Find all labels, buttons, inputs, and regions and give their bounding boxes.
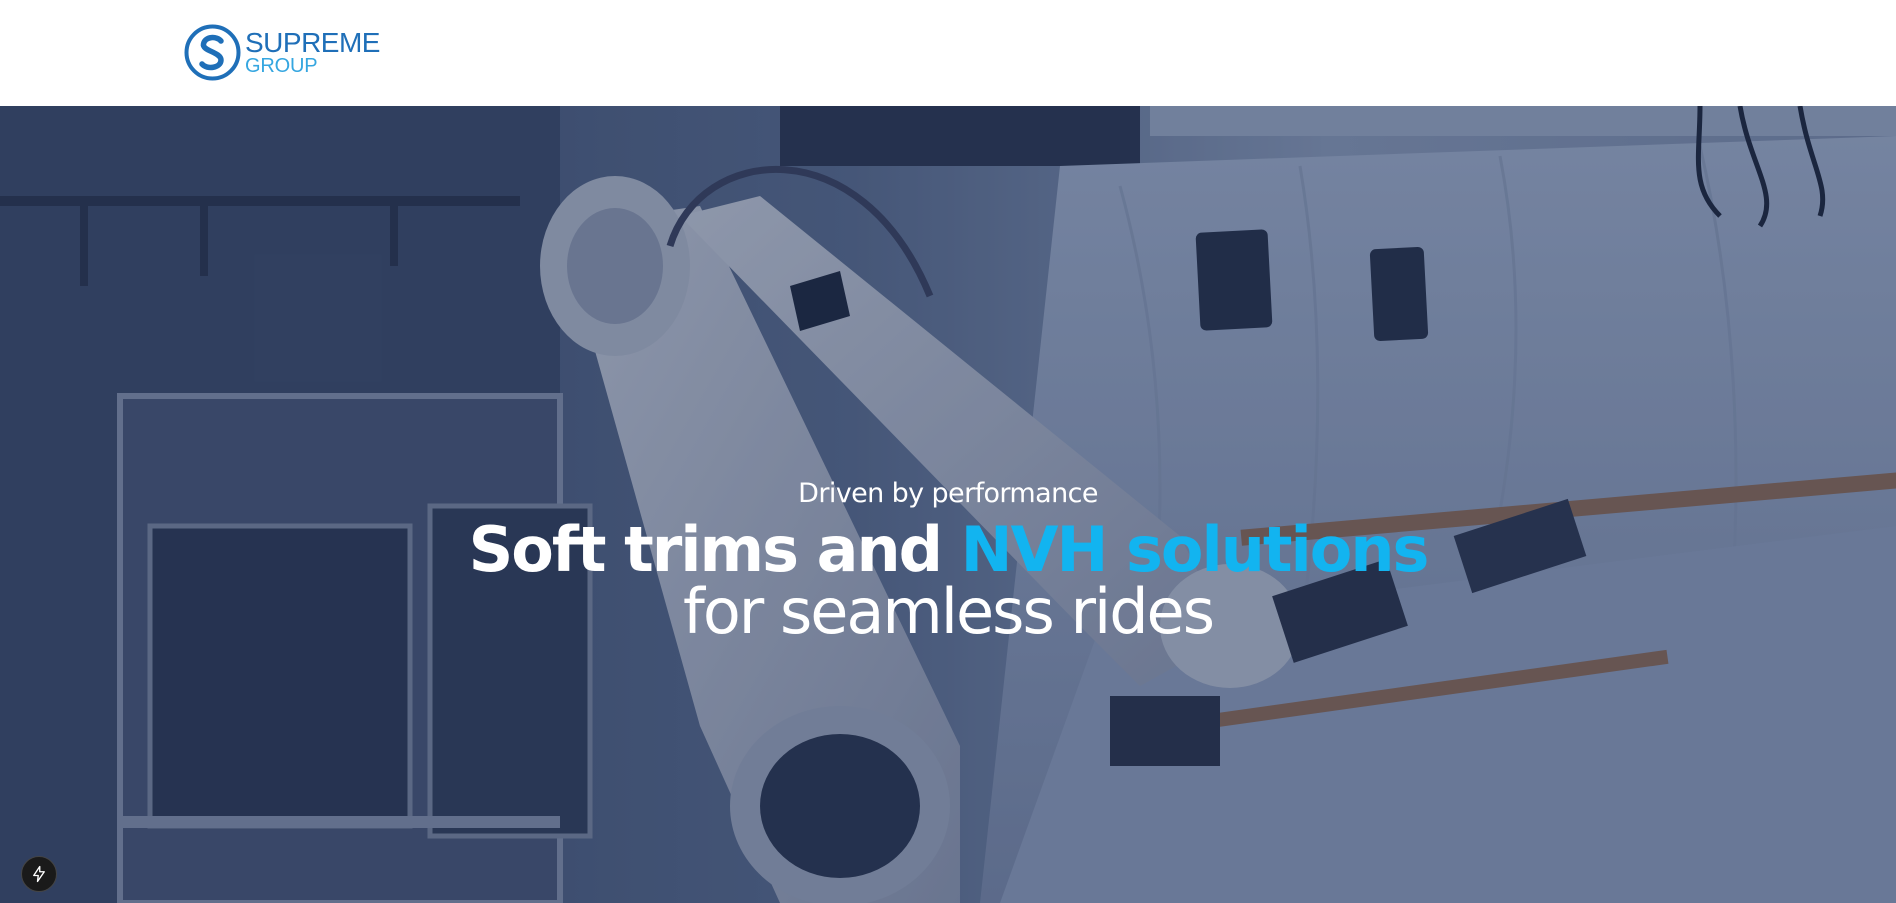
- hero-section: Driven by performance Soft trims and NVH…: [0, 106, 1896, 903]
- brand-logo[interactable]: SUPREME GROUP: [184, 24, 380, 81]
- hero-eyebrow: Driven by performance: [798, 478, 1098, 509]
- floating-action-button[interactable]: [21, 856, 57, 892]
- hero-headline: Soft trims and NVH solutions for seamles…: [0, 519, 1896, 643]
- supreme-s-logo-icon: [184, 24, 241, 81]
- lightning-bolt-icon: [33, 865, 45, 883]
- logo-primary-text: SUPREME: [245, 27, 380, 58]
- site-header: SUPREME GROUP: [0, 0, 1896, 106]
- logo-secondary-text: GROUP: [245, 55, 318, 77]
- hero-headline-line2: for seamless rides: [683, 575, 1215, 648]
- hero-content: Driven by performance Soft trims and NVH…: [0, 478, 1896, 643]
